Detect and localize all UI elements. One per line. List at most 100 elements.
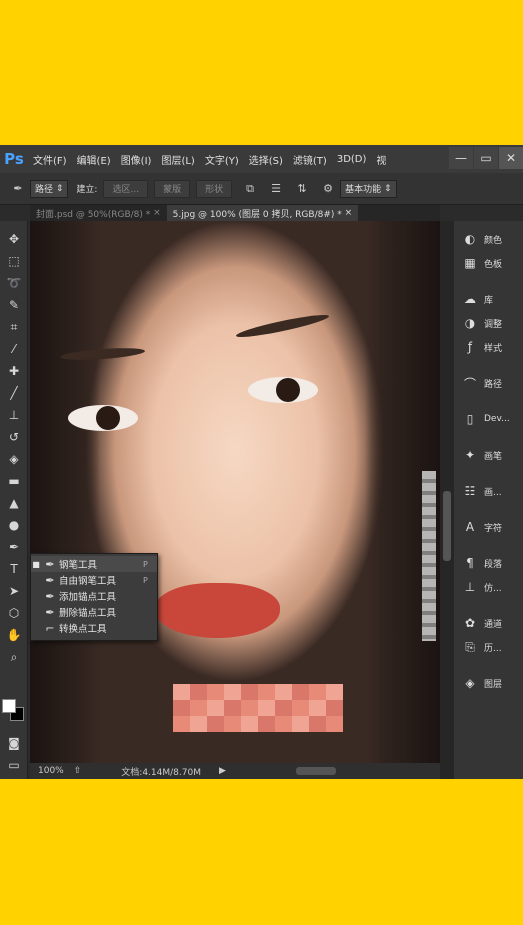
move-icon[interactable]: ✥ [4,229,24,249]
convert-point-icon: ⌐ [45,621,55,635]
crop-icon[interactable]: ⌗ [4,317,24,337]
healing-icon[interactable]: ✚ [4,361,24,381]
panel-device[interactable]: ▯ Dev... [454,407,523,431]
vertical-scrollbar[interactable] [440,221,454,779]
styles-icon: ƒ [467,340,473,354]
make-label: 建立: [76,185,98,195]
status-menu-arrow-icon[interactable]: ▶ [219,766,226,776]
panel-clone-source[interactable]: ⊥ 仿... [454,575,523,599]
gradient-icon[interactable]: ▬ [4,471,24,491]
device-icon: ▯ [466,412,474,426]
type-icon[interactable]: T [4,559,24,579]
path-operations-icon[interactable]: ⧉ [242,181,258,197]
panel-history[interactable]: ⎘ 历... [454,635,523,659]
marquee-icon[interactable]: ⬚ [4,251,24,271]
panel-label: 历... [484,643,502,654]
tab-5-jpg[interactable]: 5.jpg @ 100% (图层 0 拷贝, RGB/8#) * × [166,205,359,221]
menu-view[interactable]: 视 [371,152,391,167]
panel-paths[interactable]: ⌒ 路径 [454,371,523,395]
tab-close-icon[interactable]: × [345,208,353,218]
tab-label: 封面.psd @ 50%(RGB/8) * [36,209,151,220]
eyedropper-icon[interactable]: ⁄ [4,339,24,359]
brush-icon[interactable]: ╱ [4,383,24,403]
dodge-icon[interactable]: ● [4,515,24,535]
document-canvas[interactable] [30,221,440,763]
panel-dock: ◐ 颜色 ▦ 色板 ☁ 库 ◑ 调整 ƒ 样式 ⌒ 路径 ▯ Dev... ✦ 画笔 ☷ 画...… [454,221,523,779]
flyout-add-anchor-tool[interactable]: ✒ 添加锚点工具 [31,588,157,604]
menu-file[interactable]: 文件(F) [28,152,72,167]
path-alignment-icon[interactable]: ☰ [268,181,284,197]
eraser-icon[interactable]: ◈ [4,449,24,469]
stamp-icon[interactable]: ⊥ [4,405,24,425]
panel-character[interactable]: A 字符 [454,515,523,539]
tab-cover-psd[interactable]: 封面.psd @ 50%(RGB/8) * × [30,205,167,221]
hand-icon[interactable]: ✋ [4,625,24,645]
quick-mask-icon[interactable]: ◙ [4,733,24,753]
menu-3d[interactable]: 3D(D) [332,154,372,165]
quick-select-icon[interactable]: ✎ [4,295,24,315]
shape-icon[interactable]: ⬡ [4,603,24,623]
flyout-freeform-pen-tool[interactable]: ✒ 自由钢笔工具 P [31,572,157,588]
photo-mosaic [173,684,343,732]
share-icon[interactable]: ⇧ [74,766,82,776]
foreground-color-swatch[interactable] [2,699,16,713]
menu-type[interactable]: 文字(Y) [200,152,244,167]
layers-icon: ◈ [465,676,475,690]
status-bar: 100% ⇧ 文档:4.14M/8.70M ▶ [30,763,440,779]
close-icon[interactable]: ✕ [499,147,523,169]
pen-icon[interactable]: ✒ [4,537,24,557]
zoom-level[interactable]: 100% [38,766,64,776]
menu-filter[interactable]: 滤镜(T) [288,152,332,167]
menu-edit[interactable]: 编辑(E) [72,152,116,167]
path-arrangement-icon[interactable]: ⇅ [294,181,310,197]
panel-label: 路径 [484,379,503,390]
zoom-icon[interactable]: ⌕ [4,647,24,667]
pen-tool-flyout: ■ ✒ 钢笔工具 P ✒ 自由钢笔工具 P ✒ 添加锚点工具 ✒ 删除锚点工具 … [30,553,158,641]
path-select-icon[interactable]: ➤ [4,581,24,601]
blur-icon[interactable]: ▲ [4,493,24,513]
scroll-thumb[interactable] [443,491,451,561]
pen-tool-preset-icon[interactable]: ✒ [10,181,26,197]
menu-select[interactable]: 选择(S) [244,152,288,167]
panel-color[interactable]: ◐ 颜色 [454,227,523,251]
gear-icon[interactable]: ⚙ [320,181,336,197]
minimize-icon[interactable]: — [449,147,473,169]
flyout-pen-tool[interactable]: ■ ✒ 钢笔工具 P [31,556,157,572]
horizontal-scrollbar[interactable] [295,767,336,775]
character-icon: A [465,520,475,534]
panel-channels[interactable]: ✿ 通道 [454,611,523,635]
panel-label: 画... [484,487,502,498]
menu-image[interactable]: 图像(I) [116,152,157,167]
maximize-icon[interactable]: ▭ [474,147,498,169]
panel-label: 图层 [484,679,503,690]
panel-library[interactable]: ☁ 库 [454,287,523,311]
clone-source-icon: ⊥ [464,580,476,594]
workspace-select[interactable]: 基本功能 ⇕ [340,179,397,198]
paths-icon: ⌒ [463,376,476,391]
lasso-icon[interactable]: ➰ [4,273,24,293]
flyout-convert-point-tool[interactable]: ⌐ 转换点工具 [31,620,157,636]
delete-anchor-icon: ✒ [45,605,55,619]
panel-label: 通道 [484,619,503,630]
panel-swatches[interactable]: ▦ 色板 [454,251,523,275]
panel-adjustments[interactable]: ◑ 调整 [454,311,523,335]
mode-select[interactable]: 路径 ⇕ [30,179,69,198]
photo-eye-left [68,405,138,431]
panel-brush[interactable]: ✦ 画笔 [454,443,523,467]
tab-close-icon[interactable]: × [153,208,161,218]
panel-layers[interactable]: ◈ 图层 [454,671,523,695]
mask-button[interactable]: 蒙版 [154,179,191,198]
adjust-icon: ◑ [464,316,476,330]
panel-paragraph[interactable]: ¶ 段落 [454,551,523,575]
library-icon: ☁ [464,292,476,306]
workspace-select-value: 基本功能 [345,185,382,195]
mode-select-value: 路径 [35,185,54,195]
menu-layer[interactable]: 图层(L) [156,152,199,167]
panel-styles[interactable]: ƒ 样式 [454,335,523,359]
panel-brush-settings[interactable]: ☷ 画... [454,479,523,503]
screen-mode-icon[interactable]: ▭ [4,755,24,775]
flyout-delete-anchor-tool[interactable]: ✒ 删除锚点工具 [31,604,157,620]
shape-button[interactable]: 形状 [196,179,233,198]
history-brush-icon[interactable]: ↺ [4,427,24,447]
selection-button[interactable]: 选区... [103,179,149,198]
